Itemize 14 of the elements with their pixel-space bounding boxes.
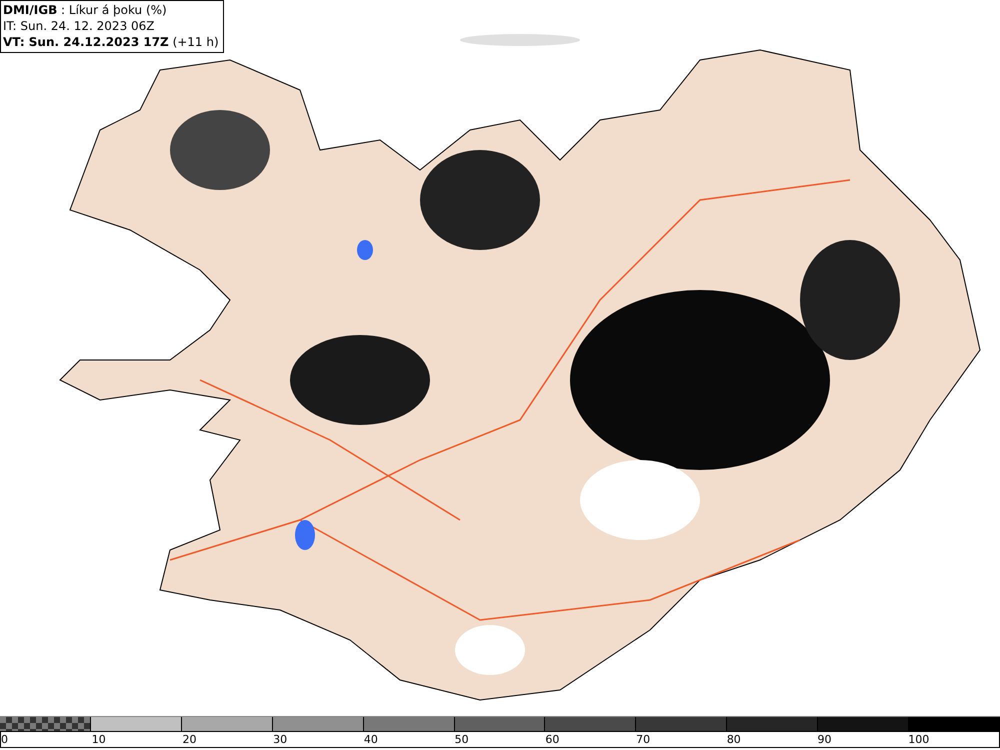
issue-time: IT: Sun. 24. 12. 2023 06Z bbox=[3, 18, 156, 34]
legend-label: 30 bbox=[273, 732, 288, 747]
legend-label: 40 bbox=[364, 732, 378, 747]
legend-label: 50 bbox=[454, 732, 469, 747]
legend-label: 10 bbox=[92, 732, 106, 747]
legend-label: 100 bbox=[908, 732, 930, 747]
header-title: DMI/IGB : Líkur á þoku (%) bbox=[3, 2, 168, 18]
legend-label: 0 bbox=[1, 732, 8, 747]
legend-label: 80 bbox=[726, 732, 741, 747]
legend-label: 90 bbox=[818, 732, 832, 747]
valid-time: VT: Sun. 24.12.2023 17Z (+11 h) bbox=[3, 34, 219, 50]
legend-label: 70 bbox=[636, 732, 650, 747]
legend-label: 20 bbox=[182, 732, 196, 747]
legend-label: 60 bbox=[545, 732, 560, 747]
